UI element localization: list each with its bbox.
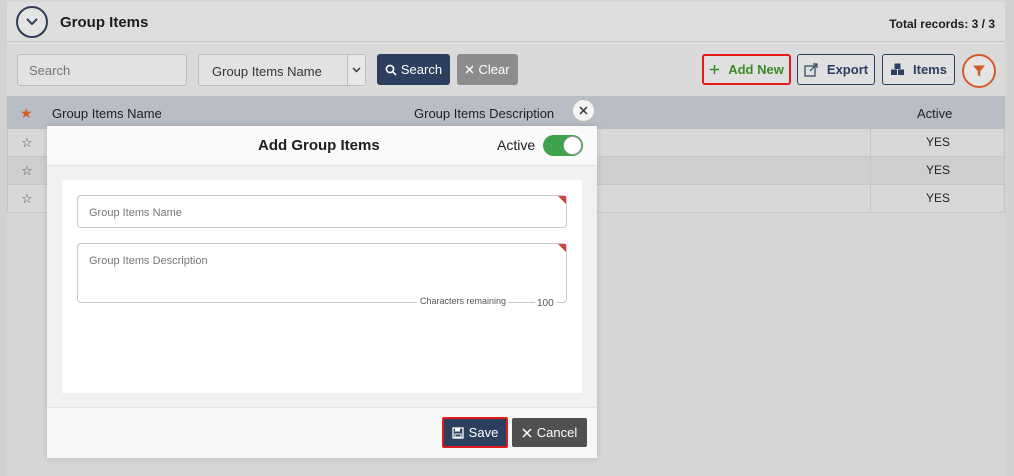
characters-remaining-label: Characters remaining — [417, 296, 510, 306]
toggle-knob — [563, 136, 582, 155]
star-outline-icon[interactable]: ☆ — [21, 163, 33, 179]
group-items-description-field[interactable]: Group Items Description — [77, 243, 567, 303]
cancel-label: Cancel — [536, 425, 578, 440]
dialog-body: Group Items Name Group Items Description… — [62, 180, 582, 393]
description-placeholder: Group Items Description — [89, 255, 208, 267]
grid-header: ★ Group Items Name Group Items Descripti… — [7, 96, 1005, 129]
dialog-footer: Save Cancel — [47, 407, 597, 458]
total-records: Total records: 3 / 3 — [889, 17, 995, 31]
search-icon — [385, 64, 397, 76]
close-icon — [465, 65, 474, 74]
chevron-down-icon — [26, 18, 38, 26]
star-outline-icon[interactable]: ☆ — [21, 135, 33, 151]
active-cell: YES — [870, 129, 1005, 156]
add-group-items-dialog: Add Group Items Active Group Items Name … — [47, 126, 597, 458]
star-icon[interactable]: ★ — [20, 105, 33, 122]
active-cell: YES — [870, 185, 1005, 212]
page: Group Items Total records: 3 / 3 Group I… — [0, 0, 1014, 476]
items-button[interactable]: Items — [882, 54, 955, 85]
panel-header: Group Items Total records: 3 / 3 — [7, 2, 1005, 42]
save-label: Save — [468, 425, 499, 440]
clear-button[interactable]: Clear — [457, 54, 518, 85]
close-icon — [579, 106, 588, 115]
add-new-button[interactable]: Add New — [702, 54, 791, 85]
cancel-button[interactable]: Cancel — [512, 418, 587, 447]
filter-button[interactable] — [962, 54, 996, 88]
plus-icon — [710, 65, 720, 74]
dialog-title: Add Group Items — [258, 137, 380, 154]
dialog-header: Add Group Items Active — [47, 126, 597, 166]
column-select[interactable]: Group Items Name — [198, 54, 366, 86]
active-label: Active — [497, 137, 536, 153]
page-title: Group Items — [60, 14, 149, 31]
toolbar: Group Items Name Search Clear Add New Ex… — [7, 43, 1005, 96]
required-marker — [558, 244, 566, 252]
group-items-name-field[interactable]: Group Items Name — [77, 195, 567, 228]
export-icon — [804, 62, 818, 77]
search-input[interactable] — [17, 54, 187, 86]
dialog-close-button[interactable] — [572, 99, 595, 122]
column-header-name[interactable]: Group Items Name — [52, 106, 162, 121]
chevron-down-icon[interactable] — [347, 55, 365, 85]
column-select-value: Group Items Name — [212, 64, 322, 79]
export-label: Export — [826, 62, 869, 77]
search-button[interactable]: Search — [377, 54, 450, 85]
search-button-label: Search — [400, 62, 443, 77]
column-header-description[interactable]: Group Items Description — [414, 106, 554, 121]
filter-icon — [973, 65, 985, 77]
export-button[interactable]: Export — [797, 54, 875, 85]
add-new-label: Add New — [728, 62, 784, 77]
active-toggle[interactable] — [543, 135, 583, 156]
column-header-active[interactable]: Active — [917, 106, 952, 121]
name-placeholder: Group Items Name — [89, 207, 182, 219]
star-outline-icon[interactable]: ☆ — [21, 191, 33, 207]
save-icon — [452, 426, 464, 439]
cubes-icon — [891, 63, 905, 75]
collapse-button[interactable] — [16, 6, 48, 38]
active-cell: YES — [870, 157, 1005, 184]
required-marker — [558, 196, 566, 204]
items-label: Items — [913, 62, 947, 77]
clear-button-label: Clear — [478, 62, 510, 77]
save-button[interactable]: Save — [442, 417, 508, 448]
characters-remaining-count: 100 — [535, 298, 556, 309]
close-icon — [522, 427, 532, 438]
